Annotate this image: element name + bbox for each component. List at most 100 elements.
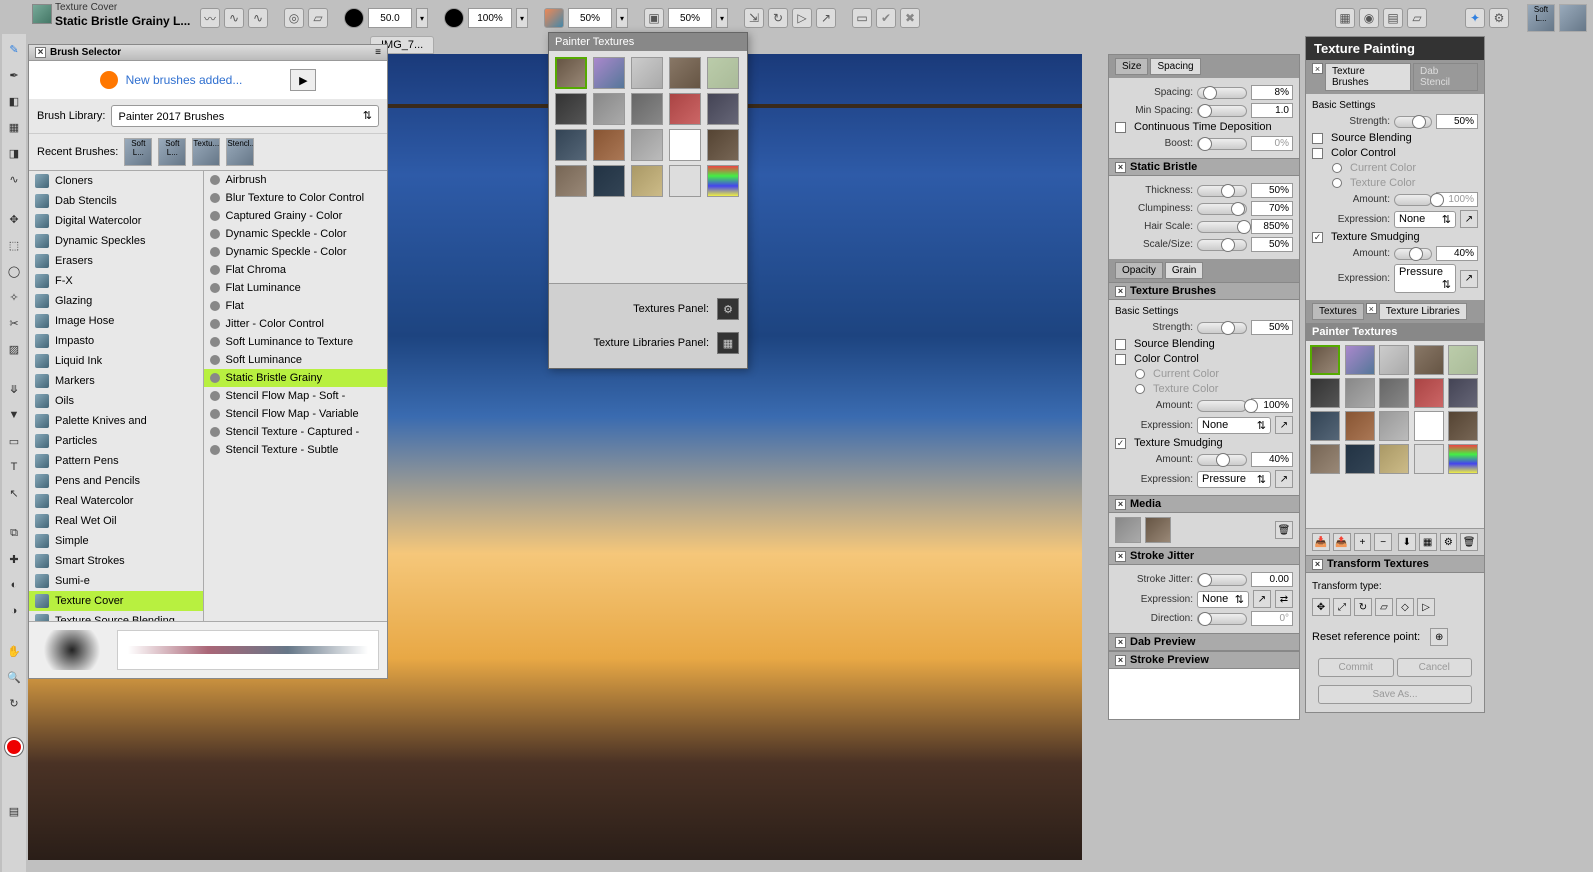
healing-tool-icon[interactable]: ✚: [5, 550, 23, 568]
transform-perspective-icon[interactable]: ▷: [1417, 598, 1435, 616]
stroke-type-icon[interactable]: ∿: [224, 8, 244, 28]
preview-icon[interactable]: ▭: [852, 8, 872, 28]
texture-thumb[interactable]: [555, 57, 587, 89]
texture-thumb[interactable]: [707, 93, 739, 125]
panel-menu-icon[interactable]: ≡: [375, 47, 381, 58]
texture-lib-thumb[interactable]: [1310, 378, 1340, 408]
opacity-tab[interactable]: Opacity: [1115, 262, 1163, 279]
clone-tool-icon[interactable]: ⧉: [5, 524, 23, 542]
size-field[interactable]: [368, 8, 412, 28]
gear-icon[interactable]: ⚙: [1489, 8, 1509, 28]
b-source-blending-checkbox[interactable]: [1312, 133, 1323, 144]
sj-curve-icon[interactable]: ↗: [1253, 590, 1271, 608]
texture-lib-thumb[interactable]: [1310, 444, 1340, 474]
opacity-field[interactable]: [468, 8, 512, 28]
crop-tool-icon[interactable]: ✂: [5, 314, 23, 332]
brush-category-item[interactable]: F-X: [29, 271, 203, 291]
texture-lib-thumb[interactable]: [1414, 378, 1444, 408]
paint-bucket-icon[interactable]: ▼: [5, 406, 23, 424]
brush-category-list[interactable]: ClonersDab StencilsDigital WatercolorDyn…: [29, 171, 204, 621]
brush-category-item[interactable]: Sumi-e: [29, 571, 203, 591]
stroke-jitter-slider[interactable]: [1197, 574, 1247, 586]
texture-lib-thumb[interactable]: [1345, 345, 1375, 375]
opacity-dab-icon[interactable]: [444, 8, 464, 28]
strength2-field[interactable]: [668, 8, 712, 28]
texture-thumb[interactable]: [593, 93, 625, 125]
scale-size-slider[interactable]: [1197, 239, 1247, 251]
opacity-dropdown[interactable]: ▾: [516, 8, 528, 28]
ts-expression-select[interactable]: Pressure⇅: [1197, 471, 1271, 488]
brush-category-item[interactable]: Pens and Pencils: [29, 471, 203, 491]
min-spacing-slider[interactable]: [1197, 105, 1247, 117]
close-section-icon[interactable]: ×: [1115, 655, 1126, 666]
smudge-tool-icon[interactable]: ∿: [5, 170, 23, 188]
text-tool-icon[interactable]: T: [5, 458, 23, 476]
dab-stencil-tab[interactable]: Dab Stencil: [1413, 63, 1478, 91]
transform-scale-icon[interactable]: ⤢: [1333, 598, 1351, 616]
texture-lib-thumb[interactable]: [1379, 444, 1409, 474]
texture-thumb[interactable]: [707, 57, 739, 89]
brush-category-item[interactable]: Dab Stencils: [29, 191, 203, 211]
texture-lib-thumb[interactable]: [1345, 411, 1375, 441]
close-section-icon[interactable]: ×: [1312, 63, 1323, 74]
recent-brush-0[interactable]: Soft L...: [124, 138, 152, 166]
hair-scale-slider[interactable]: [1197, 221, 1247, 233]
panel-4-icon[interactable]: ▱: [1407, 8, 1427, 28]
texture-thumb-icon[interactable]: [544, 8, 564, 28]
current-brush-thumb[interactable]: [32, 4, 52, 24]
color-well-icon[interactable]: [5, 738, 23, 756]
close-section-icon[interactable]: ×: [1366, 303, 1377, 314]
texture-libraries-button[interactable]: ▦: [717, 332, 739, 354]
b-ts-expression-select[interactable]: Pressure⇅: [1394, 264, 1456, 293]
brush-category-item[interactable]: Digital Watercolor: [29, 211, 203, 231]
arrow-tool-icon[interactable]: ↖: [5, 484, 23, 502]
brush-variant-item[interactable]: Soft Luminance: [204, 351, 387, 369]
subcat-icon[interactable]: ▱: [308, 8, 328, 28]
texture-lib-thumb[interactable]: [1379, 345, 1409, 375]
clumpiness-slider[interactable]: [1197, 203, 1247, 215]
brush-category-item[interactable]: Real Wet Oil: [29, 511, 203, 531]
brush-category-item[interactable]: Smart Strokes: [29, 551, 203, 571]
brush-variant-item[interactable]: Static Bristle Grainy: [204, 369, 387, 387]
brush-category-item[interactable]: Real Watercolor: [29, 491, 203, 511]
brush-variant-item[interactable]: Blur Texture to Color Control: [204, 189, 387, 207]
brush-variant-item[interactable]: Stencil Flow Map - Soft -: [204, 387, 387, 405]
ts-amount-slider[interactable]: [1197, 454, 1247, 466]
shape-tool-icon[interactable]: ▭: [5, 432, 23, 450]
panel-1-icon[interactable]: ▦: [1335, 8, 1355, 28]
recent-brush-3[interactable]: Stencl...: [226, 138, 254, 166]
texture-thumb[interactable]: [593, 57, 625, 89]
brush-category-item[interactable]: Oils: [29, 391, 203, 411]
brush-variant-item[interactable]: Stencil Texture - Captured -: [204, 423, 387, 441]
texture-thumb[interactable]: [631, 165, 663, 197]
transform-rotate-icon[interactable]: ↻: [1354, 598, 1372, 616]
b-texture-smudging-checkbox[interactable]: ✓: [1312, 232, 1323, 243]
paper-icon[interactable]: ▣: [644, 8, 664, 28]
brush-variant-item[interactable]: Flat Luminance: [204, 279, 387, 297]
brush-category-item[interactable]: Liquid Ink: [29, 351, 203, 371]
recent-brush-1[interactable]: Soft L...: [158, 138, 186, 166]
pen-tool-icon[interactable]: ✒: [5, 66, 23, 84]
brush-variant-item[interactable]: Dynamic Speckle - Color: [204, 243, 387, 261]
capture-icon[interactable]: ⬇: [1398, 533, 1416, 551]
flip-icon[interactable]: ▷: [792, 8, 812, 28]
brush-category-item[interactable]: Glazing: [29, 291, 203, 311]
hand-tool-icon[interactable]: ✋: [5, 642, 23, 660]
brush-library-select[interactable]: Painter 2017 Brushes ⇅: [111, 105, 379, 127]
grid-icon[interactable]: ▦: [1419, 533, 1437, 551]
dab-type-icon[interactable]: 〰: [200, 8, 220, 28]
brush-category-item[interactable]: Texture Cover: [29, 591, 203, 611]
brush-variant-item[interactable]: Jitter - Color Control: [204, 315, 387, 333]
stroke-type-2-icon[interactable]: ∿: [248, 8, 268, 28]
texture-smudging-checkbox[interactable]: ✓: [1115, 438, 1126, 449]
ts-curve-icon[interactable]: ↗: [1275, 470, 1293, 488]
confirm-icon[interactable]: ✔: [876, 8, 896, 28]
texture-thumb[interactable]: [669, 165, 701, 197]
new-brushes-link[interactable]: New brushes added...: [126, 73, 243, 87]
recent-brush-thumb[interactable]: Soft L...: [1527, 4, 1555, 32]
brush-category-item[interactable]: Image Hose: [29, 311, 203, 331]
texture-thumb[interactable]: [707, 165, 739, 197]
sj-invert-icon[interactable]: ⇄: [1275, 590, 1293, 608]
brush-category-item[interactable]: Texture Source Blending: [29, 611, 203, 621]
ctd-checkbox[interactable]: [1115, 122, 1126, 133]
